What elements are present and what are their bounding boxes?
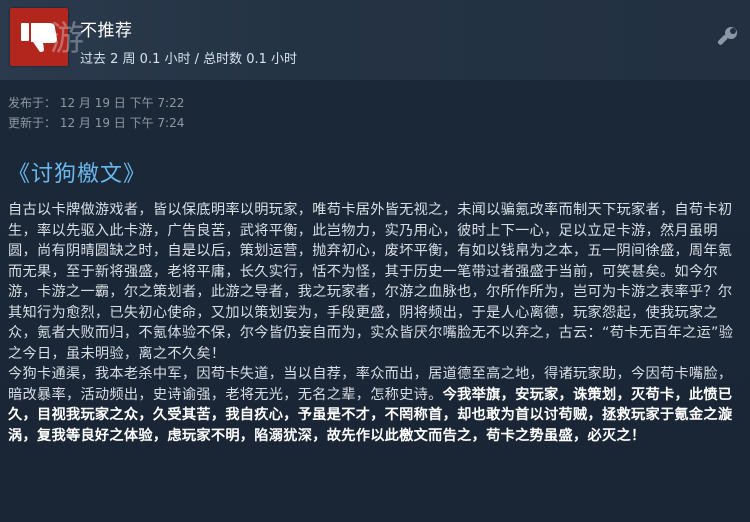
review-title: 《讨狗檄文》 [8, 162, 147, 187]
review-paragraph-1: 自古以卡牌做游戏者，皆以保底明率以明玩家，唯苟卡居外皆无视之，未闻以骗氪改率而制… [8, 202, 734, 362]
review-body: 自古以卡牌做游戏者，皆以保底明率以明玩家，唯苟卡居外皆无视之，未闻以骗氪改率而制… [8, 200, 742, 446]
updated-date: 更新于： 12 月 19 日 下午 7:24 [8, 116, 185, 130]
review-panel: 游 不推荐 过去 2 周 0.1 小时 / 总时数 0.1 小时 发布于： 12… [0, 0, 750, 522]
svg-text:游: 游 [50, 19, 84, 59]
review-verdict: 不推荐 [80, 21, 133, 41]
posted-date: 发布于： 12 月 19 日 下午 7:22 [8, 96, 185, 110]
wrench-icon[interactable] [714, 24, 740, 50]
playtime-hours: 过去 2 周 0.1 小时 / 总时数 0.1 小时 [80, 52, 298, 67]
